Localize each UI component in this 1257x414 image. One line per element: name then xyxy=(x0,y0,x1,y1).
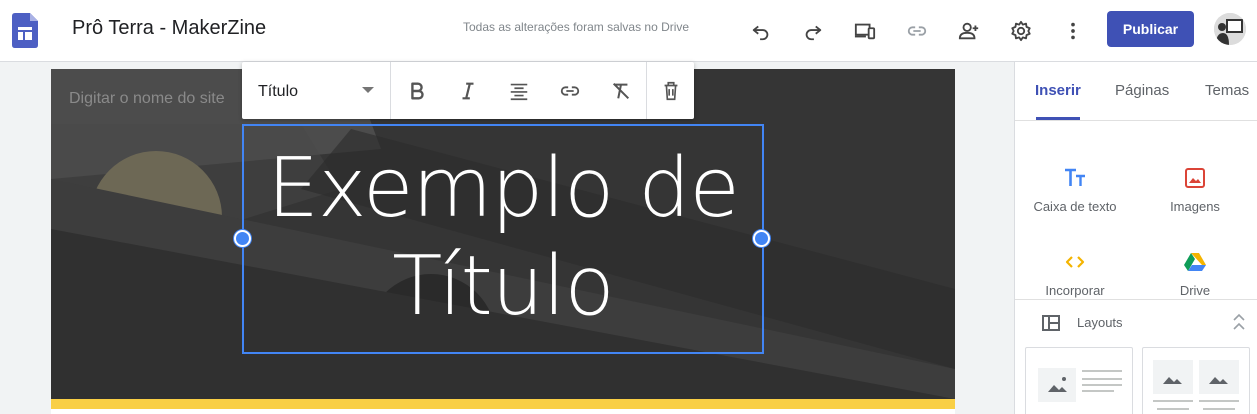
insert-drive[interactable]: Drive xyxy=(1135,228,1255,308)
top-bar: Prô Terra - MakerZine Todas as alteraçõe… xyxy=(0,0,1257,62)
undo-icon[interactable] xyxy=(746,16,776,46)
content-section[interactable] xyxy=(51,409,955,414)
title-line-1: Exemplo de xyxy=(267,141,740,236)
redo-icon[interactable] xyxy=(798,16,828,46)
text-box-icon xyxy=(1065,168,1085,186)
tab-temas[interactable]: Temas xyxy=(1205,82,1249,99)
insert-embed[interactable]: Incorporar xyxy=(1015,228,1135,308)
layouts-label: Layouts xyxy=(1077,315,1123,330)
layouts-section-header[interactable]: Layouts xyxy=(1015,302,1257,342)
title-line-2: Título xyxy=(392,239,614,334)
avatar[interactable] xyxy=(1214,13,1246,45)
embed-icon xyxy=(1065,256,1085,268)
insert-images-label: Imagens xyxy=(1170,199,1220,214)
layout-option-1[interactable] xyxy=(1025,347,1133,414)
italic-icon[interactable] xyxy=(442,62,493,119)
insert-grid: Caixa de texto Imagens Incorporar Drive xyxy=(1015,122,1257,300)
collapse-icon[interactable] xyxy=(1231,313,1247,331)
text-style-value: Título xyxy=(258,83,299,100)
insert-text-box[interactable]: Caixa de texto xyxy=(1015,144,1135,224)
format-button-group xyxy=(391,62,648,119)
drive-icon xyxy=(1184,253,1206,271)
tab-paginas[interactable]: Páginas xyxy=(1115,82,1169,99)
right-panel: Inserir Páginas Temas Caixa de texto Ima… xyxy=(1014,62,1257,414)
layout-option-2[interactable] xyxy=(1142,347,1250,414)
panel-tabs: Inserir Páginas Temas xyxy=(1015,62,1257,121)
delete-icon[interactable] xyxy=(647,62,694,119)
resize-handle-right[interactable] xyxy=(753,230,770,247)
title-text-box[interactable]: Exemplo de Título xyxy=(234,124,770,354)
sites-logo-icon[interactable] xyxy=(12,13,38,48)
text-style-dropdown[interactable]: Título xyxy=(242,62,392,119)
tab-inserir[interactable]: Inserir xyxy=(1035,82,1081,99)
section-divider xyxy=(51,399,955,409)
active-tab-indicator xyxy=(1036,117,1080,120)
layout-thumbnail xyxy=(1153,360,1239,410)
insert-embed-label: Incorporar xyxy=(1045,283,1105,298)
site-name-input[interactable]: Digitar o nome do site xyxy=(69,90,225,108)
insert-images[interactable]: Imagens xyxy=(1135,144,1255,224)
save-status: Todas as alterações foram salvas no Driv… xyxy=(463,20,690,34)
insert-link-icon[interactable] xyxy=(544,62,595,119)
bold-icon[interactable] xyxy=(391,62,442,119)
preview-icon[interactable] xyxy=(850,16,880,46)
title-text[interactable]: Exemplo de Título xyxy=(244,140,762,336)
publish-button[interactable]: Publicar xyxy=(1107,11,1194,47)
document-title[interactable]: Prô Terra - MakerZine xyxy=(72,17,266,40)
share-icon[interactable] xyxy=(954,16,984,46)
text-format-toolbar: Título xyxy=(242,62,694,119)
more-icon[interactable] xyxy=(1058,16,1088,46)
settings-icon[interactable] xyxy=(1006,16,1036,46)
clear-format-icon[interactable] xyxy=(595,62,646,119)
link-icon[interactable] xyxy=(902,16,932,46)
caret-down-icon xyxy=(362,87,374,93)
image-icon xyxy=(1185,168,1205,188)
align-center-icon[interactable] xyxy=(493,62,544,119)
insert-drive-label: Drive xyxy=(1179,283,1211,298)
resize-handle-left[interactable] xyxy=(234,230,251,247)
insert-text-box-label: Caixa de texto xyxy=(1033,199,1117,214)
layouts-icon xyxy=(1042,315,1060,331)
layout-thumbnail xyxy=(1038,368,1122,402)
